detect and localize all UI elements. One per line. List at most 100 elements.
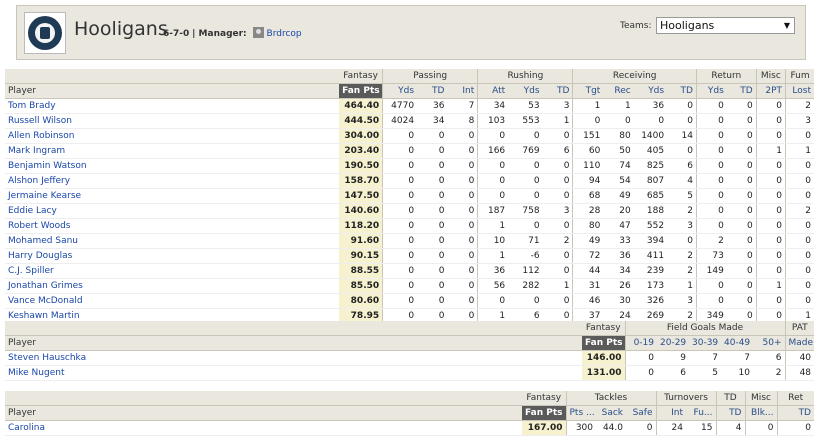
stat-cell: 36: [477, 263, 509, 279]
col-ret-td[interactable]: TD: [776, 405, 814, 421]
group-td: TD: [715, 391, 745, 406]
player-name-link[interactable]: Tom Brady: [5, 98, 340, 114]
stat-cell: 0: [726, 143, 757, 159]
stat-cell: 0: [382, 143, 418, 159]
stat-cell: 394: [633, 233, 668, 249]
stat-cell: 0: [417, 128, 448, 144]
player-name-link[interactable]: Jermaine Kearse: [5, 188, 340, 204]
col-rush-yds[interactable]: Yds: [508, 83, 543, 99]
col-rec-tgt[interactable]: Tgt: [572, 83, 604, 99]
player-name-link[interactable]: Harry Douglas: [5, 248, 340, 264]
stat-cell: 0: [755, 128, 786, 144]
col-fan-pts[interactable]: Fan Pts: [339, 83, 383, 99]
col-pts-allowed[interactable]: Pts ...: [565, 405, 596, 421]
stat-cell: 187: [477, 203, 509, 219]
col-rec-yds[interactable]: Yds: [633, 83, 668, 99]
stat-cell: 0: [695, 293, 727, 309]
stat-cell: 0: [726, 158, 757, 174]
player-name-link[interactable]: Carolina: [5, 420, 522, 436]
fantasy-points-cell: 118.20: [339, 218, 383, 234]
table-row: Carolina 167.00 300 44.0 0 24 15 4 0 0: [5, 420, 814, 436]
stat-cell: 0: [755, 293, 786, 309]
col-rec-rec[interactable]: Rec: [603, 83, 634, 99]
player-name-link[interactable]: Steven Hauschka: [5, 350, 582, 366]
col-fumble-rec[interactable]: Fu...: [686, 405, 716, 421]
player-name-link[interactable]: Vance McDonald: [5, 293, 340, 309]
stat-cell: 0: [542, 293, 573, 309]
col-rush-att[interactable]: Att: [477, 83, 509, 99]
group-misc: Misc: [755, 69, 786, 84]
col-fg-0-19[interactable]: 0-19: [624, 335, 657, 351]
stat-cell: 1: [755, 143, 786, 159]
stat-cell: 0: [755, 233, 786, 249]
player-name-link[interactable]: Mike Nugent: [5, 365, 582, 381]
stat-cell: 0: [382, 128, 418, 144]
col-pass-int[interactable]: Int: [447, 83, 478, 99]
stat-cell: 110: [572, 158, 604, 174]
stat-cell: 7: [447, 98, 478, 114]
stat-cell: 0: [603, 113, 634, 129]
col-pat-made[interactable]: Made: [784, 335, 815, 351]
stat-cell: 0: [785, 233, 814, 249]
group-ret: Ret: [776, 391, 814, 406]
stat-cell: 0: [726, 248, 757, 264]
table-row: Harry Douglas 90.15 0 0 0 1 -6 0 72 36 411 2 73 0 0 0: [5, 248, 814, 264]
player-name-link[interactable]: Mark Ingram: [5, 143, 340, 159]
col-fg-40-49[interactable]: 40-49: [721, 335, 753, 351]
stat-cell: 2: [667, 263, 697, 279]
stat-cell: 2: [667, 248, 697, 264]
team-header: Hooligans 6-7-0 | Manager: Brdrcop Teams…: [16, 5, 806, 60]
col-td[interactable]: TD: [715, 405, 745, 421]
stat-cell: 0: [382, 203, 418, 219]
stat-cell: 0: [624, 350, 657, 366]
col-blocked[interactable]: Blk...: [744, 405, 777, 421]
stat-cell: 20: [603, 203, 634, 219]
player-name-link[interactable]: Robert Woods: [5, 218, 340, 234]
player-name-link[interactable]: Benjamin Watson: [5, 158, 340, 174]
stat-cell: 7: [689, 350, 721, 366]
stat-cell: 3: [542, 203, 573, 219]
stat-cell: 0: [695, 143, 727, 159]
col-rec-td[interactable]: TD: [667, 83, 697, 99]
col-fg-50-plus[interactable]: 50+: [753, 335, 786, 351]
stat-cell: 769: [508, 143, 543, 159]
stat-cell: 0: [417, 203, 448, 219]
stat-cell: 0: [382, 158, 418, 174]
stat-cell: 825: [633, 158, 668, 174]
stat-cell: 0: [695, 203, 727, 219]
col-misc-2pt[interactable]: 2PT: [755, 83, 786, 99]
col-pass-yds[interactable]: Yds: [382, 83, 418, 99]
col-safe[interactable]: Safe: [626, 405, 656, 421]
player-name-link[interactable]: Russell Wilson: [5, 113, 340, 129]
teams-select[interactable]: Hooligans ▼: [656, 17, 795, 34]
col-fum-lost[interactable]: Lost: [785, 83, 814, 99]
teams-select-value: Hooligans: [660, 19, 715, 32]
table-row: Eddie Lacy 140.60 0 0 0 187 758 3 28 20 188 2 0 0 0 2: [5, 203, 814, 219]
col-player: Player: [5, 83, 340, 99]
col-fg-30-39[interactable]: 30-39: [689, 335, 721, 351]
col-fan-pts[interactable]: Fan Pts: [582, 335, 625, 351]
stat-cell: 0: [695, 98, 727, 114]
fantasy-points-cell: 167.00: [522, 420, 566, 436]
player-name-link[interactable]: Jonathan Grimes: [5, 278, 340, 294]
player-name-link[interactable]: Eddie Lacy: [5, 203, 340, 219]
col-ret-td[interactable]: TD: [726, 83, 757, 99]
stat-cell: 0: [447, 248, 478, 264]
player-name-link[interactable]: Allen Robinson: [5, 128, 340, 144]
manager-link[interactable]: Brdrcop: [267, 29, 302, 39]
col-int[interactable]: Int: [655, 405, 686, 421]
table-row: C.J. Spiller 88.55 0 0 0 36 112 0 44 34 239 2 149 0 0 0: [5, 263, 814, 279]
col-fg-20-29[interactable]: 20-29: [657, 335, 689, 351]
fantasy-points-cell: 140.60: [339, 203, 383, 219]
col-ret-yds[interactable]: Yds: [695, 83, 727, 99]
col-fan-pts[interactable]: Fan Pts: [522, 405, 566, 421]
fantasy-points-cell: 203.40: [339, 143, 383, 159]
player-name-link[interactable]: C.J. Spiller: [5, 263, 340, 279]
col-pass-td[interactable]: TD: [417, 83, 448, 99]
col-sack[interactable]: Sack: [596, 405, 626, 421]
col-rush-td[interactable]: TD: [542, 83, 573, 99]
player-name-link[interactable]: Alshon Jeffery: [5, 173, 340, 189]
stat-cell: 0: [726, 128, 757, 144]
stat-cell: 149: [695, 263, 727, 279]
player-name-link[interactable]: Mohamed Sanu: [5, 233, 340, 249]
